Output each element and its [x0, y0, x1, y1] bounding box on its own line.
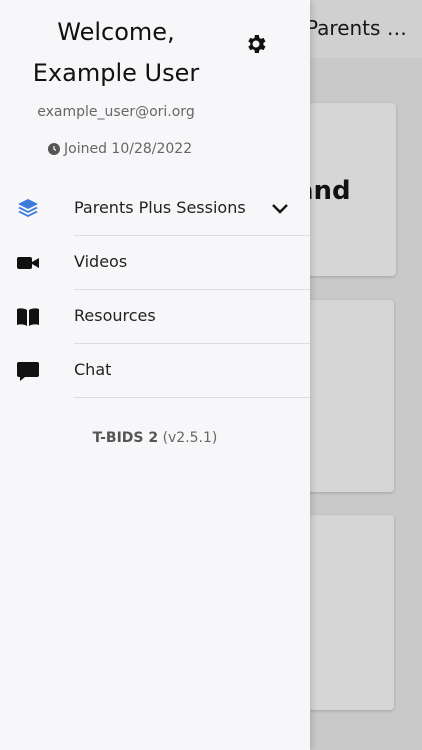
divider — [74, 397, 310, 398]
user-email: example_user@ori.org — [37, 104, 195, 120]
nav-label: Parents Plus Sessions — [74, 198, 246, 217]
joined-text: Joined 10/28/2022 — [64, 141, 193, 157]
nav-label: Videos — [74, 252, 128, 271]
nav-item-chat[interactable]: Chat — [0, 344, 310, 398]
welcome-line: Welcome, — [57, 18, 175, 46]
clock-icon — [48, 143, 60, 155]
nav-item-resources[interactable]: Resources — [0, 290, 310, 344]
navigation-drawer: Welcome, Example User example_user@ori.o… — [0, 0, 310, 750]
joined-date: Joined 10/28/2022 — [48, 141, 192, 157]
user-name: Example User — [32, 59, 200, 87]
nav-item-videos[interactable]: Videos — [0, 236, 310, 290]
nav-label: Chat — [74, 360, 112, 379]
layers-icon — [18, 199, 38, 217]
background-title: Parents Plus Sessions — [306, 16, 416, 40]
gear-icon[interactable] — [244, 32, 268, 56]
book-icon — [17, 308, 39, 326]
version-number: (v2.5.1) — [162, 430, 218, 446]
chevron-down-icon[interactable] — [270, 201, 290, 217]
video-camera-icon — [17, 257, 39, 269]
nav-item-parents-plus-sessions[interactable]: Parents Plus Sessions — [0, 182, 310, 236]
nav-label: Resources — [74, 306, 156, 325]
app-version: T-BIDS 2 (v2.5.1) — [0, 430, 310, 446]
app-name: T-BIDS 2 — [92, 430, 159, 446]
chat-bubble-icon — [17, 362, 39, 381]
